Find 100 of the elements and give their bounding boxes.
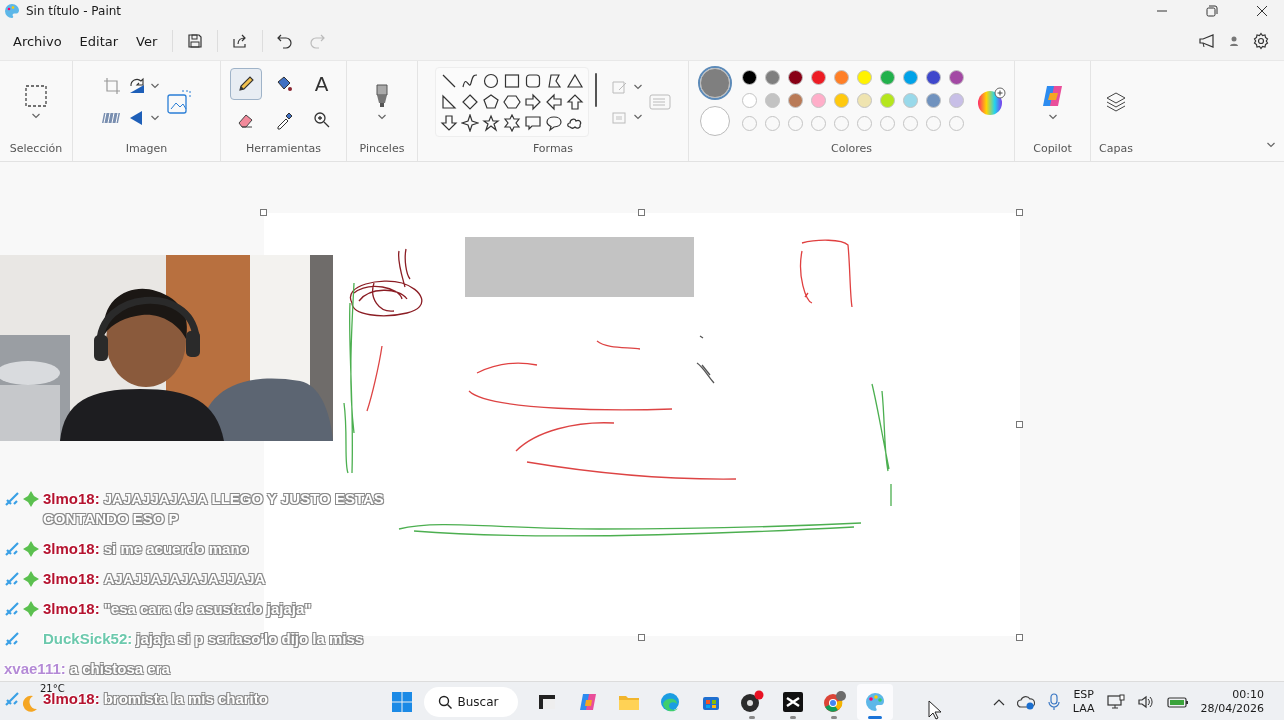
megaphone-icon[interactable] <box>1198 33 1216 49</box>
four-point-star-shape-icon[interactable] <box>461 113 479 132</box>
magnifier-icon <box>311 109 332 130</box>
callout-shape-icon[interactable] <box>524 113 542 132</box>
person-icon[interactable] <box>1228 34 1240 48</box>
brush-icon[interactable] <box>373 82 391 109</box>
language-indicator[interactable]: ESP LAA <box>1072 687 1095 716</box>
color-swatch[interactable] <box>925 70 941 85</box>
palette-icon <box>864 690 887 713</box>
resize-handle[interactable] <box>638 209 645 216</box>
rounded-rectangle-shape-icon[interactable] <box>524 71 542 90</box>
chevron-down-icon[interactable] <box>1047 112 1058 121</box>
pentagon-shape-icon[interactable] <box>482 92 500 111</box>
selection-icon[interactable] <box>24 83 48 108</box>
layers-icon[interactable] <box>1105 90 1127 113</box>
window-title: Sin título - Paint <box>26 4 122 18</box>
diamond-icon <box>22 600 40 618</box>
color-swatch[interactable] <box>833 70 849 85</box>
group-label: Selección <box>9 142 63 157</box>
chrome-icon <box>822 689 847 714</box>
chat-message: DuckSick52: jajaja si p seriaso'lo dijo la miss <box>43 629 364 649</box>
diamond-icon <box>22 540 40 558</box>
save-icon[interactable] <box>187 33 204 49</box>
chevron-down-icon[interactable] <box>633 82 643 91</box>
weather-temperature[interactable]: 21°C <box>40 682 65 694</box>
menu-item[interactable]: Archivo <box>4 27 71 55</box>
search-button[interactable]: Buscar <box>423 686 519 717</box>
undo-icon[interactable] <box>277 33 294 49</box>
group-label: Capas <box>1099 142 1133 157</box>
chat-message: 3lmo18: si me acuerdo mano <box>43 539 249 559</box>
share-icon[interactable] <box>232 33 249 49</box>
text-tool-button[interactable]: A <box>305 67 338 100</box>
diamond-shape-icon[interactable] <box>461 92 479 111</box>
clock[interactable]: 00:10 28/04/2026 <box>1200 687 1264 716</box>
resize-handle[interactable] <box>1016 209 1023 216</box>
menu-item[interactable]: Ver <box>127 27 167 55</box>
recorder-icon <box>740 689 765 714</box>
color-swatch[interactable] <box>879 93 895 108</box>
resize-handle[interactable] <box>638 634 645 641</box>
color-swatch[interactable] <box>741 70 757 85</box>
resize-handle[interactable] <box>1016 421 1023 428</box>
six-point-star-shape-icon[interactable] <box>503 113 521 132</box>
menu-item[interactable]: Editar <box>70 27 128 55</box>
browser-icon <box>659 690 682 713</box>
color-swatch[interactable] <box>925 93 941 108</box>
group-label: Copilot <box>1033 142 1072 157</box>
diamond-icon <box>22 490 40 508</box>
rectangle-shape-icon[interactable] <box>503 71 521 90</box>
sword-icon <box>4 571 20 587</box>
right-arrow-shape-icon[interactable] <box>524 92 542 111</box>
chevron-down-icon[interactable] <box>633 112 643 121</box>
color-swatch[interactable] <box>810 93 826 108</box>
color-swatch[interactable] <box>810 70 826 85</box>
color-swatch[interactable] <box>787 93 803 108</box>
resize-handle[interactable] <box>260 209 267 216</box>
chevron-down-icon[interactable] <box>149 113 160 122</box>
diamond-icon <box>22 570 40 588</box>
up-arrow-shape-icon[interactable] <box>566 92 584 111</box>
chevron-down-icon[interactable] <box>149 81 160 90</box>
network-icon[interactable] <box>1106 693 1125 710</box>
close-icon <box>1256 5 1268 17</box>
curve-shape-icon[interactable] <box>461 71 479 90</box>
left-arrow-shape-icon[interactable] <box>545 92 563 111</box>
settings-icon[interactable] <box>1252 32 1270 50</box>
group-label: Colores <box>831 142 872 157</box>
right-triangle-shape-icon[interactable] <box>440 92 458 111</box>
color-swatch[interactable] <box>902 70 918 85</box>
microphone-icon[interactable] <box>1046 692 1061 711</box>
color-swatch[interactable] <box>948 70 964 85</box>
color-swatch[interactable] <box>902 93 918 108</box>
polygon-shape-icon[interactable] <box>545 71 563 90</box>
color-swatch[interactable] <box>856 70 872 85</box>
battery-icon[interactable] <box>1166 694 1189 709</box>
color-swatch[interactable] <box>856 93 872 108</box>
sword-icon <box>4 491 20 507</box>
start-icon[interactable] <box>390 690 413 713</box>
chevron-down-icon[interactable] <box>31 111 41 120</box>
hexagon-shape-icon[interactable] <box>503 92 521 111</box>
sword-icon <box>4 541 20 557</box>
color-swatch[interactable] <box>764 93 780 108</box>
speaker-icon[interactable] <box>1136 693 1155 710</box>
star-shape-icon[interactable] <box>482 113 500 132</box>
color-swatch[interactable] <box>764 70 780 85</box>
rotate-icon[interactable] <box>127 76 146 95</box>
collapse-icon[interactable] <box>1266 141 1276 149</box>
color-swatch[interactable] <box>879 70 895 85</box>
color-wheel-icon[interactable] <box>975 86 1006 117</box>
editor-icon <box>782 690 805 713</box>
color-swatch[interactable] <box>741 93 757 108</box>
cloud-icon[interactable] <box>1016 693 1035 710</box>
down-arrow-shape-icon[interactable] <box>440 113 458 132</box>
chevron-down-icon[interactable] <box>377 112 387 121</box>
resize-icon[interactable] <box>165 88 192 115</box>
pencil-tool-button[interactable] <box>229 67 262 100</box>
color-swatch[interactable] <box>833 93 849 108</box>
oval-callout-shape-icon[interactable] <box>545 113 563 132</box>
oval-shape-icon[interactable] <box>482 71 500 90</box>
color-swatch[interactable] <box>787 70 803 85</box>
resize-handle[interactable] <box>1016 634 1023 641</box>
color-swatch[interactable] <box>948 93 964 108</box>
